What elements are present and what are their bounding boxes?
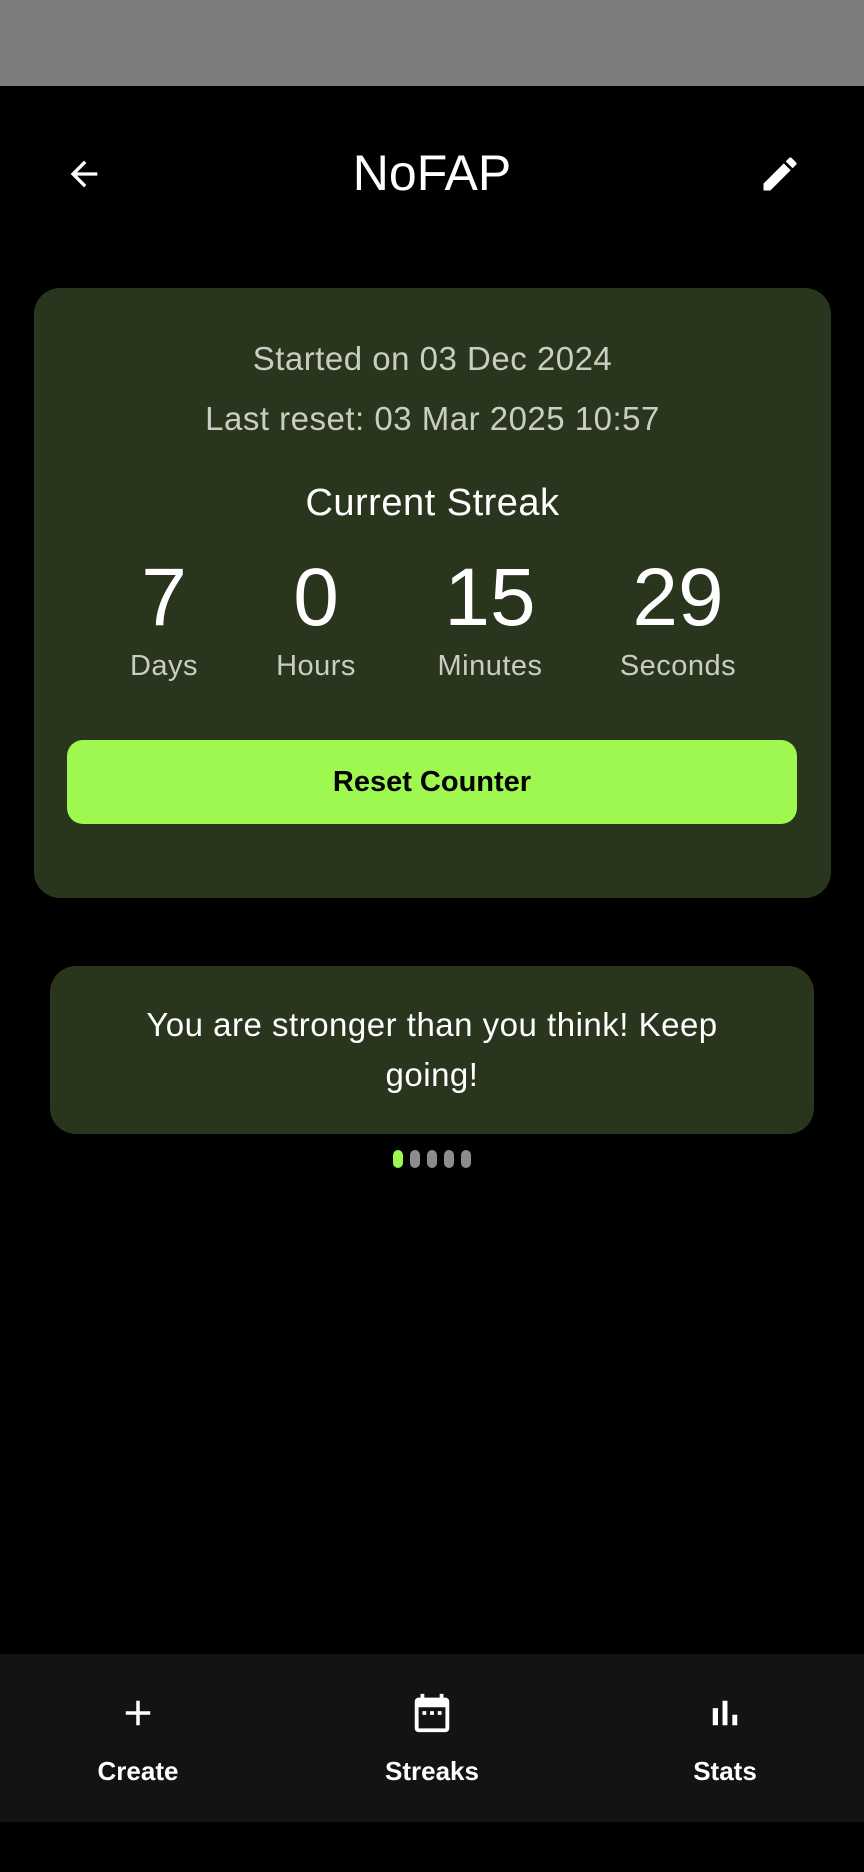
nav-label-streaks: Streaks — [385, 1756, 479, 1786]
page-dot — [393, 1150, 403, 1168]
reset-counter-button[interactable]: Reset Counter — [67, 740, 797, 824]
streak-counter-card: Started on 03 Dec 2024 Last reset: 03 Ma… — [34, 288, 831, 898]
nav-label-stats: Stats — [693, 1756, 757, 1786]
minutes-value: 15 — [444, 552, 536, 643]
seconds-counter: 29 Seconds — [588, 550, 768, 683]
nav-item-create[interactable]: Create — [38, 1654, 238, 1822]
quote-page-indicator — [393, 1150, 471, 1168]
status-bar — [0, 0, 864, 86]
page-dot — [410, 1150, 420, 1168]
minutes-label: Minutes — [437, 650, 543, 682]
seconds-label: Seconds — [619, 650, 737, 682]
started-date-text: Started on 03 Dec 2024 — [252, 340, 613, 377]
app-bar: NoFAP — [0, 86, 864, 254]
quote-text: You are stronger than you think! Keep go… — [146, 1006, 718, 1093]
nav-label-create: Create — [97, 1756, 179, 1786]
page-dot — [461, 1150, 471, 1168]
nav-item-stats[interactable]: Stats — [625, 1654, 825, 1822]
calendar-icon — [414, 1693, 450, 1733]
motivational-quote-card[interactable]: You are stronger than you think! Keep go… — [50, 966, 814, 1134]
hours-label: Hours — [276, 650, 356, 682]
nav-item-streaks[interactable]: Streaks — [332, 1654, 532, 1822]
page-dot — [427, 1150, 437, 1168]
hours-counter: 0 Hours — [226, 550, 406, 683]
edit-button[interactable] — [752, 146, 808, 202]
hours-value: 0 — [293, 552, 339, 643]
bottom-navigation: Create Streaks Stats — [0, 1654, 864, 1822]
minutes-counter: 15 Minutes — [400, 550, 580, 683]
plus-icon — [125, 1700, 151, 1726]
page-title: NoFAP — [352, 145, 512, 201]
bar-chart-icon — [712, 1700, 738, 1726]
page-dot — [444, 1150, 454, 1168]
current-streak-title: Current Streak — [305, 482, 560, 524]
seconds-value: 29 — [632, 552, 724, 643]
last-reset-text: Last reset: 03 Mar 2025 10:57 — [205, 400, 660, 437]
pencil-icon — [763, 157, 797, 191]
